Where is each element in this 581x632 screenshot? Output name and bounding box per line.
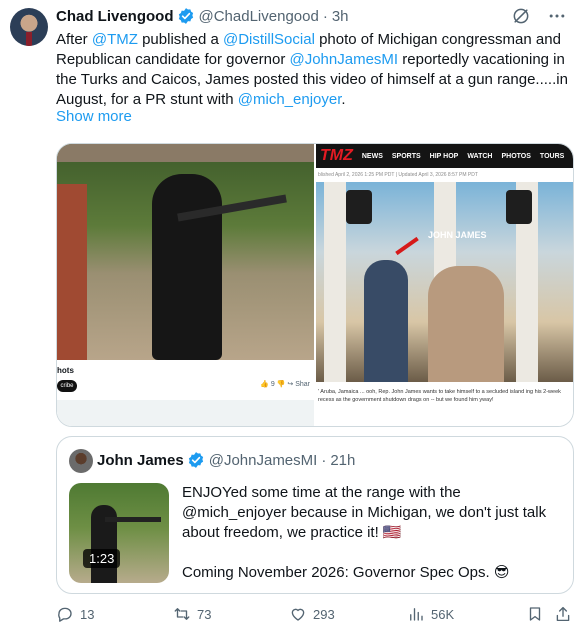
media-image-left[interactable]: hots cribe 👍 9 👎 ↪ Shar	[57, 144, 314, 426]
more-icon[interactable]	[547, 6, 567, 26]
quoted-tweet-text: ENJOYed some time at the range with the …	[182, 483, 567, 583]
views-icon	[410, 608, 423, 621]
photo-label: JOHN JAMES	[428, 230, 487, 240]
author-avatar[interactable]	[10, 8, 48, 46]
views-count: 56K	[431, 606, 455, 622]
share-button[interactable]	[554, 605, 572, 623]
quoted-tweet-timestamp[interactable]: 21h	[330, 452, 355, 469]
like-icon	[291, 608, 305, 621]
vacation-photo: JOHN JAMES	[316, 182, 573, 382]
video-duration-badge: 1:23	[83, 549, 121, 568]
separator-dot: ·	[322, 7, 328, 25]
quoted-author-avatar[interactable]	[69, 449, 93, 473]
red-arrow-icon	[395, 236, 419, 256]
repost-count: 73	[197, 606, 212, 622]
tmz-logo: TMZ	[320, 147, 353, 164]
tmz-publish-meta: blished April 2, 2026 1:25 PM PDT | Upda…	[318, 172, 478, 178]
tweet-header: Chad Livengood @ChadLivengood · 3h	[56, 6, 349, 26]
quoted-author-display-name[interactable]: John James	[97, 452, 184, 469]
reply-count: 13	[80, 606, 95, 622]
gun-range-photo	[57, 144, 314, 360]
quoted-video-thumbnail[interactable]: 1:23	[69, 483, 169, 583]
tmz-nav-item: HIP HOP	[429, 152, 459, 160]
quoted-tweet-header: John James @JohnJamesMI · 21h	[97, 451, 355, 469]
author-handle[interactable]: @ChadLivengood	[199, 8, 319, 25]
show-more-link[interactable]: Show more	[56, 108, 132, 125]
grok-icon[interactable]	[511, 6, 531, 26]
tmz-nav-item: WATCH	[467, 152, 493, 160]
avatar-tie	[26, 32, 32, 46]
tmz-nav-item: SPORTS	[391, 152, 421, 160]
photo-woman	[428, 266, 504, 382]
verified-badge-icon	[188, 452, 203, 468]
like-button[interactable]: 293	[289, 605, 335, 623]
bookmark-icon	[529, 607, 541, 621]
photo-person	[152, 174, 222, 360]
author-display-name[interactable]: Chad Livengood	[56, 8, 174, 25]
bookmark-button[interactable]	[526, 605, 544, 623]
verified-badge-icon	[178, 8, 193, 24]
header-actions	[511, 6, 567, 26]
quoted-tweet[interactable]: John James @JohnJamesMI · 21h 1:23 ENJOY…	[56, 436, 574, 594]
mention-link-tmz[interactable]: @TMZ	[92, 31, 138, 48]
tweet-text-part: published a	[137, 31, 223, 48]
quoted-text-line: Coming November 2026: Governor Spec Ops.…	[182, 564, 510, 581]
quoted-text-line: ENJOYed some time at the range with the …	[182, 484, 547, 541]
photo-roof	[57, 144, 314, 162]
photo-post	[57, 184, 87, 360]
tmz-nav-bar: TMZ NEWS SPORTS HIP HOP WATCH PHOTOS TOU…	[316, 144, 573, 168]
reply-icon	[58, 607, 72, 622]
reply-button[interactable]: 13	[56, 605, 94, 623]
quoted-author-handle[interactable]: @JohnJamesMI	[209, 452, 318, 469]
photo-lamp	[346, 190, 372, 224]
views-button[interactable]: 56K	[407, 605, 454, 623]
share-icon	[556, 606, 570, 622]
mention-link-distillsocial[interactable]: @DistillSocial	[223, 31, 315, 48]
screenshot-bottom-bar	[57, 400, 314, 426]
tmz-article-caption: ' Aruba, Jamaica ... ooh, Rep. John Jame…	[318, 389, 561, 403]
screenshot-caption: hots	[57, 366, 74, 375]
tweet[interactable]: Chad Livengood @ChadLivengood · 3h After…	[0, 0, 581, 632]
repost-icon	[174, 608, 190, 620]
repost-button[interactable]: 73	[173, 605, 211, 623]
tmz-nav-item: PHOTOS	[501, 152, 531, 160]
mention-link-johnjamesmi[interactable]: @JohnJamesMI	[289, 51, 398, 68]
media-grid[interactable]: hots cribe 👍 9 👎 ↪ Shar TMZ NEWS SPORTS …	[56, 143, 574, 427]
thumbnail-rifle	[105, 517, 161, 522]
tweet-timestamp[interactable]: 3h	[332, 8, 349, 25]
separator-dot: ·	[321, 451, 327, 469]
screenshot-subscribe-pill: cribe	[57, 380, 77, 392]
mention-link-mich-enjoyer[interactable]: @mich_enjoyer	[238, 91, 342, 108]
screenshot-stats: 👍 9 👎 ↪ Shar	[260, 381, 310, 388]
tmz-nav-item: TOURS	[539, 152, 565, 160]
tweet-text-part: .	[341, 91, 346, 108]
media-image-right[interactable]: TMZ NEWS SPORTS HIP HOP WATCH PHOTOS TOU…	[314, 144, 573, 426]
like-count: 293	[313, 606, 335, 622]
tweet-text: After @TMZ published a @DistillSocial ph…	[56, 30, 576, 110]
tweet-text-part: After	[56, 31, 92, 48]
action-bar: 13 73 293 56K	[56, 605, 574, 627]
tmz-nav-item: NEWS	[361, 152, 383, 160]
photo-man	[364, 260, 408, 382]
photo-pillar	[324, 182, 346, 382]
photo-lamp	[506, 190, 532, 224]
